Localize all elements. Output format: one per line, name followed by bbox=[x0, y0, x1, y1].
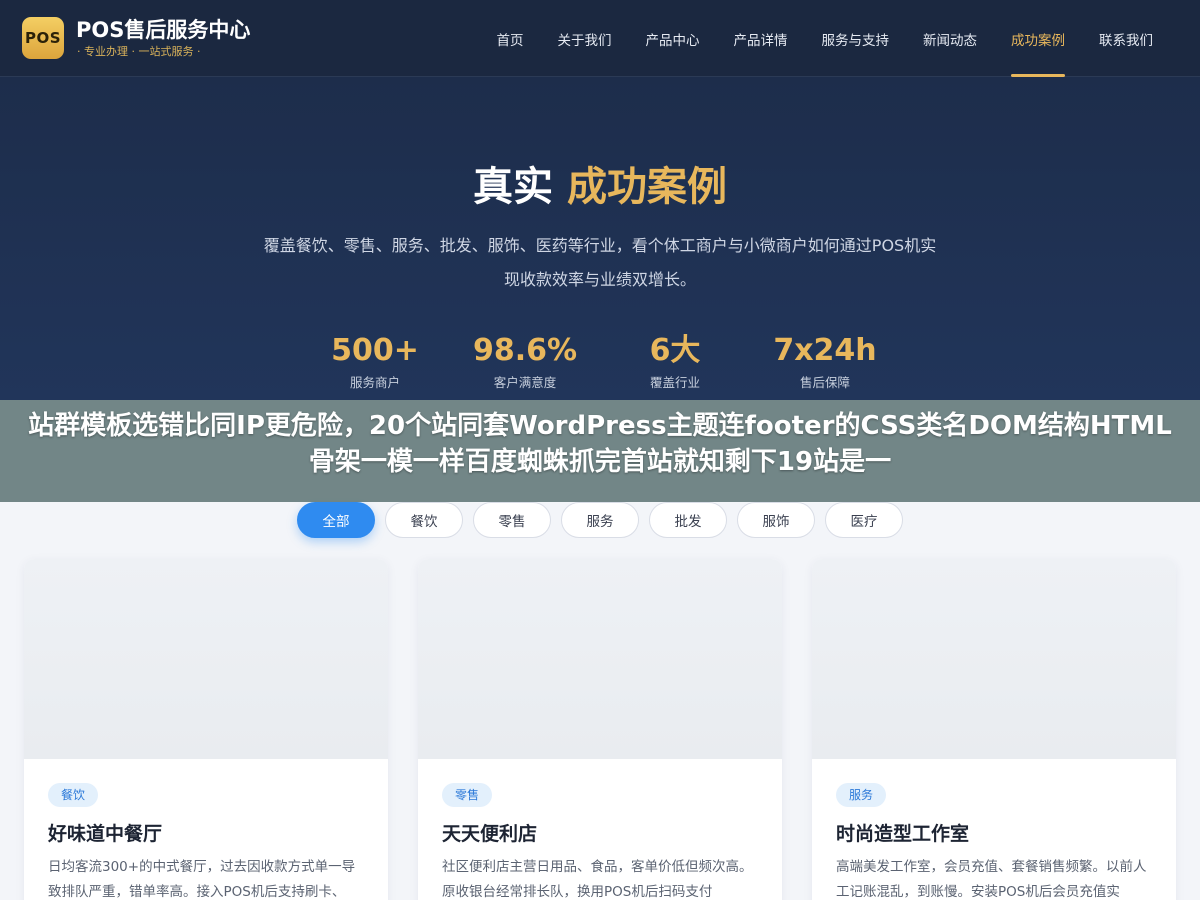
category-filters: 全部 餐饮 零售 服务 批发 服饰 医疗 bbox=[0, 502, 1200, 538]
case-body: 服务 时尚造型工作室 高端美发工作室，会员充值、套餐销售频繁。以前人工记账混乱，… bbox=[812, 759, 1176, 900]
stat-value: 98.6% bbox=[472, 333, 578, 368]
case-card[interactable]: 餐饮 好味道中餐厅 日均客流300+的中式餐厅，过去因收款方式单一导致排队严重，… bbox=[24, 559, 388, 900]
main-nav: 首页 关于我们 产品中心 产品详情 服务与支持 新闻动态 成功案例 联系我们 bbox=[480, 0, 1171, 77]
stat-label: 服务商户 bbox=[349, 375, 400, 390]
site-subtitle: · 专业办理 · 一站式服务 · bbox=[77, 45, 201, 58]
case-image[interactable] bbox=[24, 559, 388, 759]
overlay-text: 站群模板选错比同IP更危险，20个站同套WordPress主题连footer的C… bbox=[28, 411, 1172, 477]
stat-value: 500+ bbox=[331, 333, 419, 368]
filter-wholesale[interactable]: 批发 bbox=[649, 502, 727, 538]
stat-satisfaction: 98.6% 客户满意度 bbox=[450, 331, 600, 393]
case-image[interactable] bbox=[418, 559, 782, 759]
case-tag: 服务 bbox=[836, 783, 887, 807]
filter-service[interactable]: 服务 bbox=[561, 502, 639, 538]
case-list: 餐饮 好味道中餐厅 日均客流300+的中式餐厅，过去因收款方式单一导致排队严重，… bbox=[24, 559, 1176, 900]
hero-description: 覆盖餐饮、零售、服务、批发、服饰、医药等行业，看个体工商户与小微商户如何通过PO… bbox=[263, 236, 937, 289]
nav-item-support[interactable]: 服务与支持 bbox=[805, 0, 907, 77]
overlay-banner: 站群模板选错比同IP更危险，20个站同套WordPress主题连footer的C… bbox=[0, 400, 1200, 502]
case-tag: 餐饮 bbox=[48, 783, 99, 807]
filter-all[interactable]: 全部 bbox=[297, 502, 375, 538]
stat-label: 售后保障 bbox=[799, 375, 850, 390]
stat-merchants: 500+ 服务商户 bbox=[300, 331, 450, 393]
case-tag: 零售 bbox=[442, 783, 493, 807]
page-title-accent: 成功案例 bbox=[567, 164, 727, 210]
nav-item-products[interactable]: 产品中心 bbox=[629, 0, 717, 77]
case-title[interactable]: 好味道中餐厅 bbox=[48, 821, 364, 847]
case-description: 高端美发工作室，会员充值、套餐销售频繁。以前人工记账混乱，到账慢。安装POS机后… bbox=[836, 859, 1147, 900]
site-title[interactable]: POS售后服务中心 bbox=[76, 17, 250, 43]
site-header: POS POS售后服务中心 · 专业办理 · 一站式服务 · 首页 关于我们 产… bbox=[0, 0, 1200, 77]
filter-retail[interactable]: 零售 bbox=[473, 502, 551, 538]
page-title-plain: 真实 bbox=[473, 164, 553, 210]
case-body: 餐饮 好味道中餐厅 日均客流300+的中式餐厅，过去因收款方式单一导致排队严重，… bbox=[24, 759, 388, 900]
nav-item-about[interactable]: 关于我们 bbox=[541, 0, 629, 77]
stat-support: 7x24h 售后保障 bbox=[750, 331, 900, 393]
case-card[interactable]: 服务 时尚造型工作室 高端美发工作室，会员充值、套餐销售频繁。以前人工记账混乱，… bbox=[812, 559, 1176, 900]
logo-icon[interactable]: POS bbox=[22, 17, 64, 59]
stat-label: 覆盖行业 bbox=[649, 375, 700, 390]
filter-medical[interactable]: 医疗 bbox=[825, 502, 903, 538]
case-description: 日均客流300+的中式餐厅，过去因收款方式单一导致排队严重，错单率高。接入POS… bbox=[48, 859, 356, 900]
case-title[interactable]: 天天便利店 bbox=[442, 821, 758, 847]
stat-value: 6大 bbox=[649, 333, 701, 368]
case-body: 零售 天天便利店 社区便利店主营日用品、食品，客单价低但频次高。原收银台经常排长… bbox=[418, 759, 782, 900]
case-title[interactable]: 时尚造型工作室 bbox=[836, 821, 1152, 847]
case-image[interactable] bbox=[812, 559, 1176, 759]
case-card[interactable]: 零售 天天便利店 社区便利店主营日用品、食品，客单价低但频次高。原收银台经常排长… bbox=[418, 559, 782, 900]
stat-label: 客户满意度 bbox=[493, 375, 557, 390]
nav-item-contact[interactable]: 联系我们 bbox=[1082, 0, 1170, 77]
page-title: 真实 成功案例 bbox=[0, 163, 1200, 211]
stat-industries: 6大 覆盖行业 bbox=[600, 331, 750, 393]
filter-dining[interactable]: 餐饮 bbox=[385, 502, 463, 538]
nav-item-home[interactable]: 首页 bbox=[480, 0, 541, 77]
hero-section: 真实 成功案例 覆盖餐饮、零售、服务、批发、服饰、医药等行业，看个体工商户与小微商… bbox=[0, 77, 1200, 400]
nav-item-news[interactable]: 新闻动态 bbox=[906, 0, 994, 77]
case-description: 社区便利店主营日用品、食品，客单价低但频次高。原收银台经常排长队，换用POS机后… bbox=[442, 859, 753, 900]
stats-row: 500+ 服务商户 98.6% 客户满意度 6大 覆盖行业 7x24h 售后保障 bbox=[0, 331, 1200, 393]
nav-item-cases[interactable]: 成功案例 bbox=[994, 0, 1082, 77]
nav-item-product-detail[interactable]: 产品详情 bbox=[717, 0, 805, 77]
stat-value: 7x24h bbox=[773, 333, 877, 368]
filter-apparel[interactable]: 服饰 bbox=[737, 502, 815, 538]
